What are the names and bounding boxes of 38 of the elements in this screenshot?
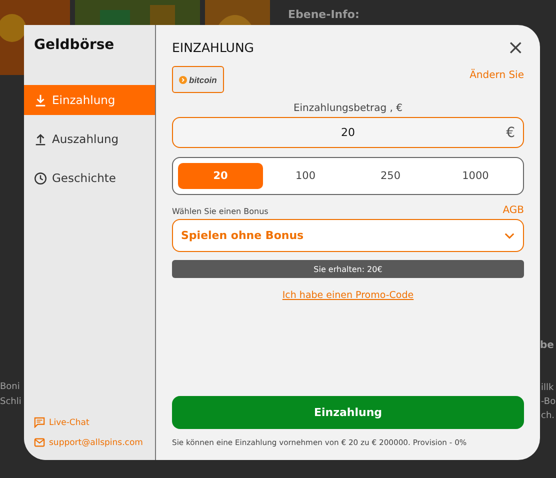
field-label: Wählen Sie einen Bonus <box>172 207 268 216</box>
body-text: illk <box>541 382 555 395</box>
chevron-icon <box>504 232 515 240</box>
payment-method-button[interactable]: bitcoin <box>172 66 224 93</box>
dialog-title: Geldbörse <box>33 36 116 55</box>
change-link[interactable]: Ändern Sie <box>470 70 524 80</box>
section-title: EINZAHLUNG <box>172 40 254 54</box>
terms-link[interactable]: AGB <box>502 205 524 216</box>
body-text: Schli <box>0 396 22 409</box>
chat-icon <box>34 417 45 428</box>
method-label: bitcoin <box>189 74 217 84</box>
amount-field[interactable]: 20 € <box>172 117 524 148</box>
deposit-button[interactable]: Einzahlung <box>172 396 524 429</box>
sidebar-item[interactable]: Einzahlung <box>24 85 155 115</box>
promo-code-link[interactable]: Ich habe einen Promo-Code <box>282 290 414 301</box>
section-heading: Ebene-Info: <box>288 8 360 21</box>
sidebar-item[interactable]: Geschichte <box>24 163 155 193</box>
currency-symbol: € <box>506 124 515 140</box>
amount-option[interactable]: 1000 <box>433 163 518 189</box>
field-label: Einzahlungsbetrag , € <box>292 103 404 114</box>
amount-option[interactable]: 20 <box>178 163 263 189</box>
amount-option[interactable]: 100 <box>263 163 348 189</box>
sidebar-item[interactable]: Auszahlung <box>24 124 155 154</box>
upload-icon <box>34 132 47 146</box>
bonus-dropdown[interactable]: Spielen ohne Bonus <box>172 219 524 252</box>
body-text: ch. <box>541 410 556 423</box>
contact-link[interactable]: Live-Chat <box>34 417 145 428</box>
coin-icon <box>179 76 187 84</box>
clock-icon <box>34 172 47 184</box>
body-text: -Bo <box>541 396 556 409</box>
section-heading: be <box>540 340 554 351</box>
close-button[interactable]: × <box>507 37 524 57</box>
amount-option[interactable]: 250 <box>348 163 433 189</box>
download-icon <box>34 94 47 106</box>
receive-bar: Sie erhalten: 20€ <box>172 260 524 278</box>
contact-link[interactable]: support@allspins.com <box>34 437 145 448</box>
mail-icon <box>34 437 45 448</box>
body-text: Boni <box>0 381 21 394</box>
